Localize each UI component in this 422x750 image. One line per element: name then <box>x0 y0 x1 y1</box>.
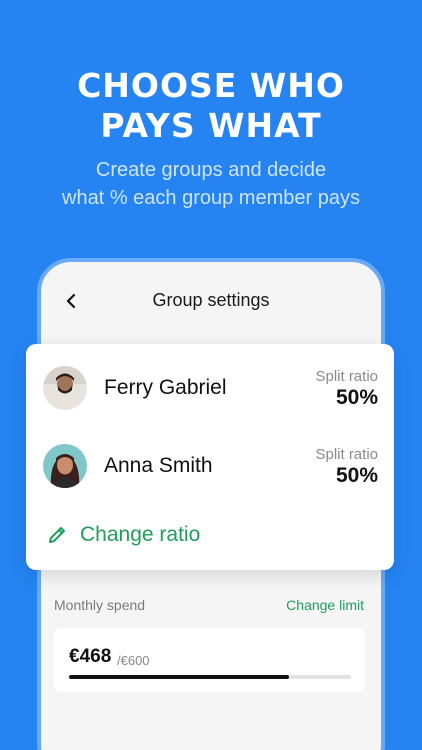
member-name: Anna Smith <box>104 454 213 477</box>
headline: CHOOSE WHO PAYS WHAT <box>0 66 422 146</box>
split-ratio-value: 50% <box>335 464 378 487</box>
split-ratio-value: 50% <box>335 386 378 409</box>
spend-progress-track <box>69 675 351 679</box>
subheadline-line-1: Create groups and decide <box>95 159 327 181</box>
change-ratio-button[interactable]: Change ratio <box>46 520 200 550</box>
member-row[interactable]: Ferry Gabriel Split ratio 50% <box>26 362 394 422</box>
avatar <box>43 366 87 410</box>
split-ratio-card: Ferry Gabriel Split ratio 50% Anna Smith… <box>26 344 394 570</box>
split-ratio-label: Split ratio <box>315 368 378 385</box>
headline-line-1: CHOOSE WHO <box>77 66 345 105</box>
phone-header: Group settings <box>41 262 381 346</box>
member-name: Ferry Gabriel <box>104 376 227 399</box>
headline-line-2: PAYS WHAT <box>100 106 322 145</box>
avatar <box>43 444 87 488</box>
spend-card: €468 /€600 <box>54 628 365 692</box>
change-limit-link[interactable]: Change limit <box>286 597 364 613</box>
change-ratio-label: Change ratio <box>80 523 201 546</box>
pencil-icon <box>46 524 68 546</box>
member-row[interactable]: Anna Smith Split ratio 50% <box>26 440 394 500</box>
spend-amount: €468 <box>69 646 112 667</box>
subheadline: Create groups and decide what % each gro… <box>0 156 422 212</box>
subheadline-line-2: what % each group member pays <box>62 187 360 209</box>
split-ratio-label: Split ratio <box>315 446 378 463</box>
monthly-spend-label: Monthly spend <box>54 597 146 613</box>
spend-limit: /€600 <box>117 653 150 668</box>
screen-title: Group settings <box>152 290 270 310</box>
spend-progress-fill <box>69 675 289 679</box>
